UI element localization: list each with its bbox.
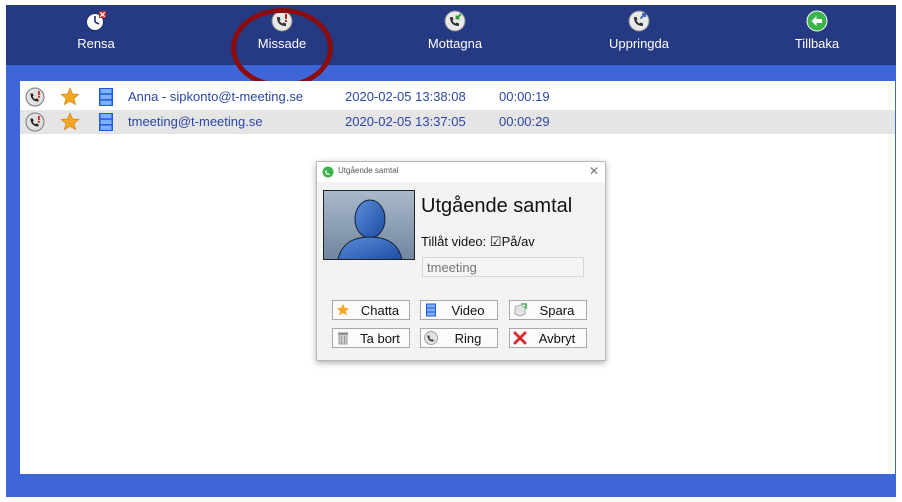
video-film-icon: [426, 303, 436, 317]
missed-calls-button[interactable]: Missade: [222, 5, 342, 65]
dialog-heading: Utgående samtal: [421, 195, 573, 217]
missed-calls-label: Missade: [257, 36, 307, 51]
clear-label: Rensa: [77, 36, 115, 51]
video-button[interactable]: Video: [420, 300, 498, 320]
save-button-label: Spara: [539, 303, 575, 318]
dialog-window-title: Utgående samtal: [338, 166, 399, 175]
app-window: Rensa Missade Mottagna Uppringda Tillbak…: [0, 0, 902, 502]
dialed-calls-label: Uppringda: [609, 36, 669, 51]
allow-video-row: Tillåt video: ☑På/av: [421, 234, 535, 250]
back-button[interactable]: Tillbaka: [757, 5, 877, 65]
received-calls-label: Mottagna: [427, 36, 483, 51]
back-label: Tillbaka: [794, 36, 840, 51]
app-frame: Rensa Missade Mottagna Uppringda Tillbak…: [6, 5, 896, 497]
video-button-label: Video: [451, 303, 485, 318]
delete-button[interactable]: Ta bort: [332, 328, 410, 348]
call-contact[interactable]: tmeeting@t-meeting.se: [128, 114, 263, 129]
trash-icon: [338, 332, 348, 345]
video-film-icon[interactable]: [96, 112, 116, 132]
call-contact[interactable]: Anna - sipkonto@t-meeting.se: [128, 89, 303, 104]
clock-clear-icon: [86, 11, 106, 31]
call-duration: 00:00:19: [499, 89, 550, 104]
delete-button-label: Ta bort: [360, 331, 400, 346]
favorite-star-icon[interactable]: [60, 112, 80, 132]
clear-button[interactable]: Rensa: [36, 5, 156, 65]
call-button-label: Ring: [454, 331, 482, 346]
phone-icon: [424, 331, 438, 345]
toolbar: Rensa Missade Mottagna Uppringda Tillbak…: [6, 5, 896, 65]
call-datetime: 2020-02-05 13:38:08: [345, 89, 466, 104]
favorite-star-icon[interactable]: [60, 87, 80, 107]
video-film-icon[interactable]: [96, 87, 116, 107]
call-duration: 00:00:29: [499, 114, 550, 129]
missed-call-icon: [271, 10, 293, 32]
missed-call-icon[interactable]: [25, 87, 45, 107]
cancel-x-icon: [513, 331, 527, 345]
received-calls-button[interactable]: Mottagna: [395, 5, 515, 65]
allow-video-checkbox[interactable]: ☑: [490, 234, 502, 249]
chat-button-label: Chatta: [360, 303, 400, 318]
save-button[interactable]: Spara: [509, 300, 587, 320]
dialed-call-icon: [628, 10, 650, 32]
dialog-titlebar[interactable]: Utgående samtal ✕: [317, 162, 605, 182]
app-logo-icon: [322, 166, 334, 178]
close-icon[interactable]: ✕: [589, 164, 599, 178]
save-icon: [514, 303, 527, 317]
chat-button[interactable]: Chatta: [332, 300, 410, 320]
allow-video-option[interactable]: På/av: [502, 234, 535, 249]
call-row[interactable]: Anna - sipkonto@t-meeting.se 2020-02-05 …: [20, 85, 895, 109]
avatar: [323, 190, 415, 260]
received-call-icon: [444, 10, 466, 32]
contact-name-input[interactable]: [422, 257, 584, 277]
call-datetime: 2020-02-05 13:37:05: [345, 114, 466, 129]
call-button[interactable]: Ring: [420, 328, 498, 348]
allow-video-label: Tillåt video:: [421, 234, 487, 249]
call-row[interactable]: tmeeting@t-meeting.se 2020-02-05 13:37:0…: [20, 110, 895, 134]
missed-call-icon[interactable]: [25, 112, 45, 132]
star-icon: [336, 303, 350, 316]
dialed-calls-button[interactable]: Uppringda: [579, 5, 699, 65]
person-silhouette-icon: [324, 191, 414, 259]
cancel-button[interactable]: Avbryt: [509, 328, 587, 348]
back-arrow-icon: [806, 10, 828, 32]
cancel-button-label: Avbryt: [538, 331, 576, 346]
outgoing-call-dialog: Utgående samtal ✕ Utgående samtal Tillåt…: [316, 161, 606, 361]
